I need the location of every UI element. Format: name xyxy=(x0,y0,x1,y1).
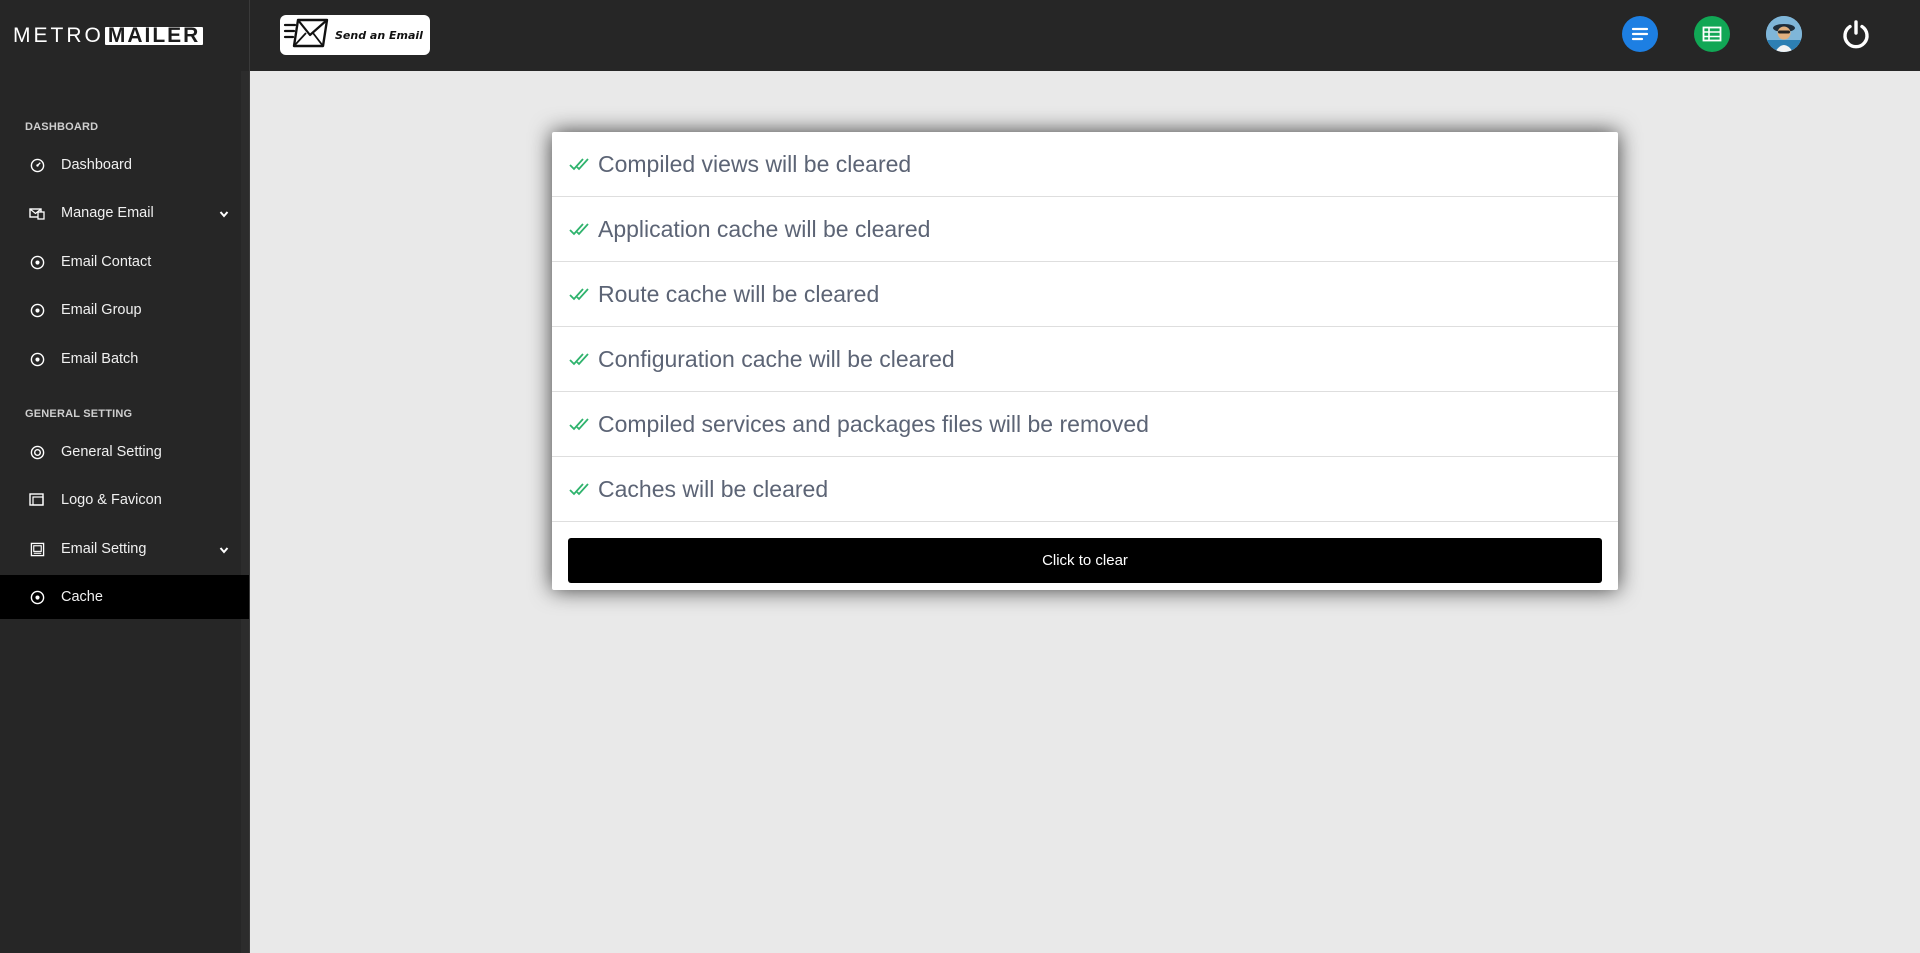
sidebar-item-label: Email Batch xyxy=(61,351,139,367)
brand-logo[interactable]: METRO MAILER xyxy=(0,0,249,71)
sidebar-item-email-batch[interactable]: Email Batch xyxy=(0,337,249,381)
list-item: Compiled views will be cleared xyxy=(552,132,1618,197)
list-item: Caches will be cleared xyxy=(552,457,1618,522)
sidebar-item-label: Dashboard xyxy=(61,157,132,173)
section-title-dashboard: DASHBOARD xyxy=(25,121,99,133)
list-item-text: Compiled services and packages files wil… xyxy=(598,410,1149,437)
chevron-down-icon xyxy=(219,542,229,558)
mail-stack-icon xyxy=(28,204,46,222)
sidebar-item-cache[interactable]: Cache xyxy=(0,575,249,619)
circle-dot-icon xyxy=(28,253,46,271)
double-check-icon xyxy=(569,157,592,171)
sidebar-item-email-setting[interactable]: Email Setting xyxy=(0,527,249,571)
mail-icon xyxy=(283,16,331,55)
image-icon xyxy=(28,540,46,558)
double-check-icon xyxy=(569,417,592,431)
sidebar-item-label: Manage Email xyxy=(61,205,154,221)
list-item: Configuration cache will be cleared xyxy=(552,327,1618,392)
sidebar-item-email-contact[interactable]: Email Contact xyxy=(0,240,249,284)
double-check-icon xyxy=(569,352,592,366)
chevron-down-icon xyxy=(219,206,229,222)
power-icon[interactable] xyxy=(1838,16,1874,52)
section-title-general-setting: GENERAL SETTING xyxy=(25,408,133,420)
sidebar-item-general-setting[interactable]: General Setting xyxy=(0,430,249,474)
list-item: Compiled services and packages files wil… xyxy=(552,392,1618,457)
list-item-text: Caches will be cleared xyxy=(598,475,829,502)
lifebuoy-icon xyxy=(28,443,46,461)
circle-dot-icon xyxy=(28,301,46,319)
brand-logo-part1: METRO xyxy=(13,23,104,47)
send-email-label: Send an Email xyxy=(335,28,423,42)
list-item-text: Application cache will be cleared xyxy=(598,215,931,242)
sidebar-item-logo-favicon[interactable]: Logo & Favicon xyxy=(0,478,249,522)
sidebar-item-label: Logo & Favicon xyxy=(61,492,162,508)
sidebar-item-label: General Setting xyxy=(61,444,162,460)
double-check-icon xyxy=(569,287,592,301)
double-check-icon xyxy=(569,222,592,236)
circle-dot-icon xyxy=(28,350,46,368)
clear-cache-button[interactable]: Click to clear xyxy=(568,538,1602,583)
sidebar: METRO MAILER DASHBOARD Dashboard Manage … xyxy=(0,0,250,953)
circle-dot-icon xyxy=(28,588,46,606)
send-email-button[interactable]: Send an Email xyxy=(280,15,430,55)
spreadsheet-icon[interactable] xyxy=(1694,16,1730,52)
gauge-icon xyxy=(28,156,46,174)
sidebar-item-manage-email[interactable]: Manage Email xyxy=(0,191,249,235)
image-stack-icon xyxy=(28,491,46,509)
brand-logo-part2: MAILER xyxy=(104,25,204,46)
avatar[interactable] xyxy=(1766,16,1802,52)
cache-card: Compiled views will be cleared Applicati… xyxy=(552,132,1618,590)
list-item-text: Route cache will be cleared xyxy=(598,280,880,307)
list-item: Application cache will be cleared xyxy=(552,197,1618,262)
list-item: Route cache will be cleared xyxy=(552,262,1618,327)
sidebar-item-email-group[interactable]: Email Group xyxy=(0,288,249,332)
menu-icon[interactable] xyxy=(1622,16,1658,52)
sidebar-item-dashboard[interactable]: Dashboard xyxy=(0,143,249,187)
sidebar-item-label: Cache xyxy=(61,589,103,605)
double-check-icon xyxy=(569,482,592,496)
sidebar-item-label: Email Contact xyxy=(61,254,152,270)
list-item-text: Compiled views will be cleared xyxy=(598,150,912,177)
sidebar-item-label: Email Group xyxy=(61,302,142,318)
top-bar: Send an Email xyxy=(250,0,1920,71)
list-item-text: Configuration cache will be cleared xyxy=(598,345,955,372)
sidebar-item-label: Email Setting xyxy=(61,541,147,557)
